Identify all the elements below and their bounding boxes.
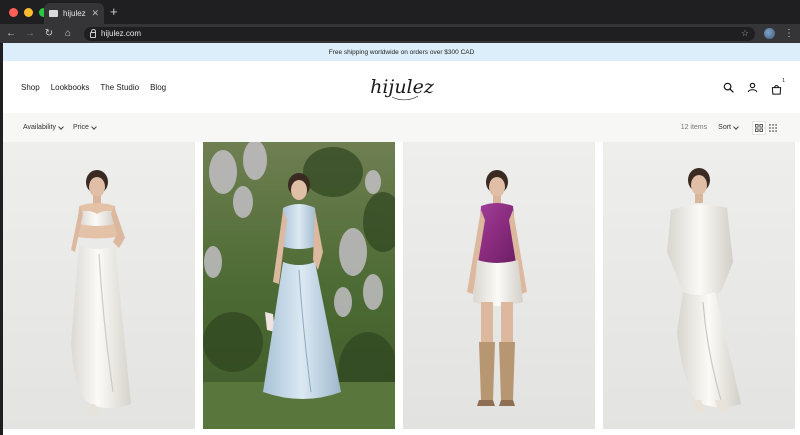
grid-view-large-button[interactable] [752,120,766,135]
grid-3x3-icon [769,123,777,132]
nav-shop[interactable]: Shop [21,83,40,92]
new-tab-button[interactable]: + [110,4,118,20]
grid-2x2-icon [755,123,763,132]
price-filter[interactable]: Price [72,123,97,131]
minimize-window-button[interactable] [24,7,33,17]
announcement-text: Free shipping worldwide on orders over $… [328,48,475,56]
site-logo[interactable]: hijulez [362,70,442,104]
back-button[interactable]: ← [6,28,16,39]
header-icons: 1 [723,78,785,95]
price-label: Price [72,124,89,131]
address-bar[interactable]: hijulez.com ☆ [84,26,755,41]
lock-icon [90,28,96,38]
nav-lookbooks[interactable]: Lookbooks [51,83,90,92]
main-nav: Shop Lookbooks The Studio Blog [21,83,166,92]
product-image-3[interactable] [403,142,595,429]
product-card-4[interactable] [603,142,795,429]
items-count: 12 items [680,124,708,131]
site-header: Shop Lookbooks The Studio Blog hijulez 1 [3,61,800,113]
product-card-3[interactable] [403,142,595,429]
cart-icon [771,84,782,95]
availability-filter[interactable]: Availability [23,123,64,131]
bookmark-star-icon[interactable]: ☆ [741,28,749,39]
url-text[interactable]: hijulez.com [101,29,736,38]
sort-dropdown[interactable]: Sort [718,123,739,131]
cart-button[interactable]: 1 [771,78,785,95]
chevron-down-icon [733,123,739,130]
announcement-bar: Free shipping worldwide on orders over $… [3,43,800,61]
cart-count-badge: 1 [782,77,785,84]
close-window-button[interactable] [9,7,18,17]
availability-label: Availability [23,124,56,131]
browser-toolbar: ← → ↻ ⌂ hijulez.com ☆ ⋮ [0,24,800,43]
nav-blog[interactable]: Blog [150,83,166,92]
filter-bar: Availability Price 12 items Sort [3,113,800,142]
logo-text: hijulez [370,76,435,98]
account-icon[interactable] [747,82,758,93]
nav-the-studio[interactable]: The Studio [100,83,139,92]
product-image-4[interactable] [603,142,795,429]
profile-avatar[interactable] [764,28,775,39]
product-image-2[interactable] [203,142,395,429]
forward-button[interactable]: → [25,28,35,39]
close-tab-icon[interactable]: ✕ [91,9,99,18]
window-controls [0,7,48,17]
favicon-icon [49,10,58,17]
browser-menu-icon[interactable]: ⋮ [784,28,794,39]
home-button[interactable]: ⌂ [63,28,73,39]
browser-tabbar: hijulez ✕ + [0,0,800,24]
search-icon[interactable] [723,82,734,93]
product-card-2[interactable] [203,142,395,429]
product-card-1[interactable] [3,142,195,429]
tab-title: hijulez [63,9,86,18]
chevron-down-icon [58,123,64,130]
browser-tab[interactable]: hijulez ✕ [44,3,104,24]
chevron-down-icon [91,123,97,130]
filter-right-group: 12 items Sort [680,120,780,135]
web-page: Free shipping worldwide on orders over $… [3,43,800,435]
product-grid [3,142,795,429]
product-image-1[interactable] [3,142,195,429]
grid-view-small-button[interactable] [766,121,780,135]
reload-button[interactable]: ↻ [44,28,54,39]
sort-label: Sort [718,124,731,131]
